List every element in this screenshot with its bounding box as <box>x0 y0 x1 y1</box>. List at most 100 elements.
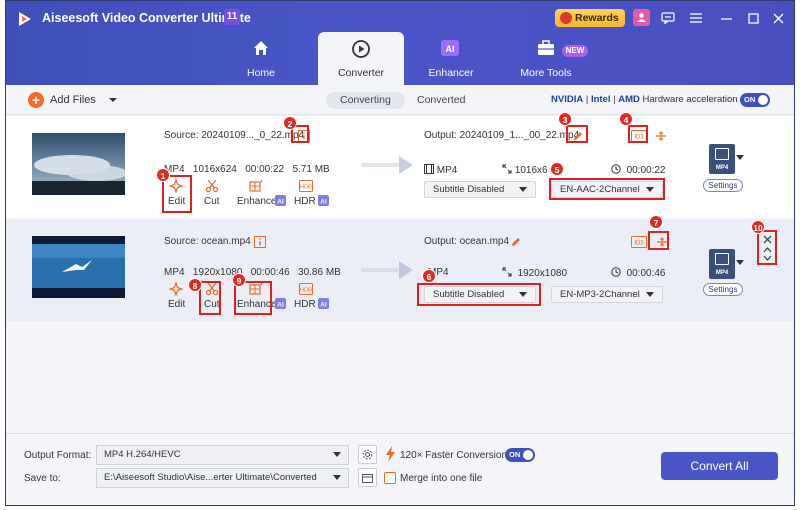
film-icon <box>715 253 729 265</box>
close-window-icon[interactable] <box>769 8 787 28</box>
version-badge: 11 <box>224 9 240 25</box>
output-format-box-label: MP4 <box>715 270 729 276</box>
home-icon <box>254 41 268 55</box>
file-row-1: Source: 20240109..._0_22.mp4 MP4 1016x62… <box>6 112 794 218</box>
hardware-acceleration-toggle[interactable]: ON <box>740 93 770 107</box>
hardware-acceleration-label: NVIDIA | Intel | AMD Hardware accelerati… <box>551 94 738 105</box>
svg-text:HDR: HDR <box>300 288 312 294</box>
annotation-number-5: 5 <box>550 162 564 176</box>
annotation-number-4: 4 <box>619 112 633 126</box>
rename-pencil-icon[interactable] <box>506 234 526 250</box>
open-folder-icon[interactable] <box>358 468 377 487</box>
maximize-icon[interactable] <box>744 8 762 28</box>
new-badge: NEW <box>562 45 588 57</box>
converter-icon <box>352 40 370 58</box>
ai-enhancer-icon: AI <box>441 40 459 56</box>
id3-tag-icon[interactable]: ID3 <box>629 234 649 250</box>
plus-icon: + <box>28 92 44 108</box>
hdr-label: HDR <box>294 196 316 207</box>
convert-arrow-icon <box>361 261 413 279</box>
ai-badge-icon: AI <box>275 298 286 309</box>
output-format-button[interactable]: MP4 <box>709 144 735 174</box>
add-files-label: Add Files <box>50 94 96 106</box>
rewards-icon <box>560 12 572 24</box>
source-filename: Source: 20240109..._0_22.mp4 <box>164 130 305 141</box>
annotation-number-2: 2 <box>283 116 297 130</box>
ai-badge-icon: AI <box>318 195 329 206</box>
output-duration-wrap: 00:00:46 <box>611 267 666 279</box>
output-duration: 00:00:46 <box>626 268 666 279</box>
tab-enhancer[interactable]: AI Enhancer <box>408 32 494 85</box>
hdr-icon[interactable]: HDR <box>296 178 316 194</box>
rewards-button[interactable]: Rewards <box>555 9 625 27</box>
annotation-box-7 <box>648 231 669 250</box>
video-thumbnail[interactable] <box>32 236 125 298</box>
tab-more-tools-label: More Tools <box>520 67 572 79</box>
app-window: Aiseesoft Video Converter Ultimate 11 Re… <box>5 0 795 506</box>
tab-home-label: Home <box>246 67 275 79</box>
annotation-number-3: 3 <box>558 112 572 126</box>
file-row-2: Source: ocean.mp4 MP4 1920x1080 00:00:46… <box>6 215 794 321</box>
enhance-icon[interactable] <box>246 178 266 194</box>
subtitle-select[interactable]: Subtitle Disabled <box>424 181 536 198</box>
user-profile-icon[interactable] <box>633 9 650 26</box>
add-files-button[interactable]: + Add Files <box>28 92 118 108</box>
tab-home[interactable]: Home <box>218 32 304 85</box>
annotation-box-8 <box>199 281 221 315</box>
annotation-box-10 <box>757 230 777 265</box>
tab-converter[interactable]: Converter <box>318 32 404 85</box>
hw-intel: Intel <box>590 94 611 105</box>
hdr-icon[interactable]: HDR <box>296 281 316 297</box>
source-meta: MP4 1920x1080 00:00:46 30.86 MB <box>164 267 341 278</box>
converter-toolbar: + Add Files Converting Converted NVIDIA … <box>6 85 794 115</box>
merge-checkbox[interactable] <box>384 472 396 484</box>
source-filename: Source: ocean.mp4 <box>164 236 251 247</box>
merge-split-icon[interactable] <box>651 128 671 144</box>
faster-conversion-toggle[interactable]: ON <box>505 448 535 462</box>
chevron-down-icon[interactable] <box>736 260 744 265</box>
output-format-box-label: MP4 <box>715 165 729 171</box>
annotation-number-1: 1 <box>156 168 170 182</box>
convert-all-button[interactable]: Convert All <box>661 452 778 480</box>
chevron-down-icon[interactable] <box>736 155 744 160</box>
svg-text:ID3: ID3 <box>634 241 644 247</box>
toolbox-icon <box>538 40 554 55</box>
enhance-label: Enhance <box>237 196 277 207</box>
ai-badge-icon: AI <box>275 195 286 206</box>
edit-icon[interactable] <box>166 281 186 297</box>
ai-badge-icon: AI <box>318 298 329 309</box>
annotation-number-8: 8 <box>188 278 202 292</box>
audio-track-select[interactable]: EN-MP3-2Channel <box>551 286 663 303</box>
output-format-select[interactable]: MP4 H.264/HEVC <box>96 445 349 465</box>
tab-enhancer-label: Enhancer <box>428 67 474 79</box>
format-settings-icon[interactable] <box>358 445 377 464</box>
chevron-down-icon[interactable] <box>108 96 118 104</box>
annotation-box-6 <box>417 283 541 306</box>
film-icon <box>715 148 729 160</box>
video-thumbnail[interactable] <box>32 133 125 195</box>
hw-amd: AMD <box>618 94 640 105</box>
scissors-icon[interactable] <box>202 178 222 194</box>
minimize-icon[interactable] <box>717 8 735 28</box>
save-to-select[interactable]: E:\Aiseesoft Studio\Aise...erter Ultimat… <box>96 468 349 488</box>
output-format-label: Output Format: <box>24 450 92 461</box>
tab-converted[interactable]: Converted <box>403 92 479 109</box>
svg-text:AI: AI <box>277 198 284 205</box>
settings-button[interactable]: Settings <box>703 283 743 296</box>
output-filename: Output: 20240109_1..._00_22.mp4 <box>424 130 580 141</box>
svg-text:AI: AI <box>320 198 327 205</box>
svg-text:AI: AI <box>320 301 327 308</box>
annotation-number-9: 9 <box>232 273 246 287</box>
source-size: 5.71 MB <box>292 164 330 175</box>
clock-icon <box>611 267 621 277</box>
tab-more-tools[interactable]: More Tools <box>503 32 589 85</box>
source-format: MP4 <box>164 267 185 278</box>
tab-converting[interactable]: Converting <box>326 92 405 109</box>
menu-icon[interactable] <box>687 8 705 28</box>
bottom-bar: Output Format: MP4 H.264/HEVC 120× Faste… <box>6 433 794 505</box>
output-format-button[interactable]: MP4 <box>709 249 735 279</box>
source-resolution: 1016x624 <box>192 164 237 175</box>
settings-button[interactable]: Settings <box>703 179 743 192</box>
info-icon[interactable] <box>250 234 270 250</box>
feedback-icon[interactable] <box>659 8 677 28</box>
